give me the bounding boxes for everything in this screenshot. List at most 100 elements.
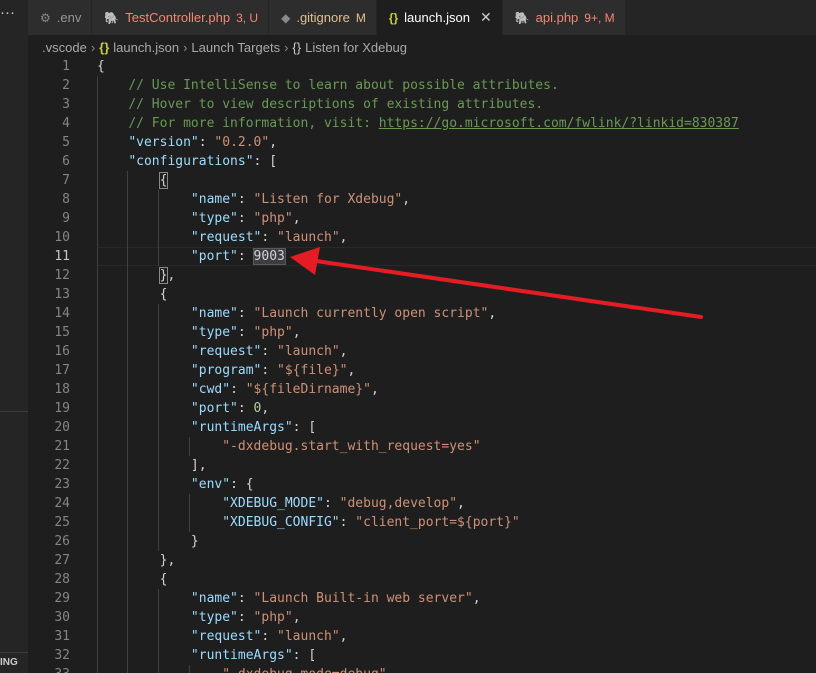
code-line[interactable]: 13 { [28,285,816,304]
code-line[interactable]: 31 "request": "launch", [28,627,816,646]
breadcrumb-item[interactable]: Listen for Xdebug [305,40,407,55]
code-line[interactable]: 6 "configurations": [ [28,152,816,171]
tab-testcontroller[interactable]: 🐘 TestController.php 3, U [92,0,270,35]
close-icon[interactable]: ✕ [480,9,492,26]
code-line[interactable]: 21 "-dxdebug.start_with_request=yes" [28,437,816,456]
code-line[interactable]: 30 "type": "php", [28,608,816,627]
code-text: "port": 9003 [97,247,286,266]
tab-launch-json[interactable]: {} launch.json ✕ [376,0,503,35]
code-line[interactable]: 4 // For more information, visit: https:… [28,114,816,133]
code-line[interactable]: 22 ], [28,456,816,475]
code-token: "Launch currently open script" [253,306,489,321]
chevron-right-icon: › [90,39,96,55]
code-line[interactable]: 5 "version": "0.2.0", [28,133,816,152]
line-number: 22 [54,458,70,473]
code-token: { [158,172,169,189]
code-line[interactable]: 25 "XDEBUG_CONFIG": "client_port=${port}… [28,513,816,532]
code-line[interactable]: 26 } [28,532,816,551]
code-token: "launch" [277,629,340,644]
code-token: : [323,496,340,511]
code-text: "-dxdebug.start_with_request=yes" [97,437,480,456]
code-line[interactable]: 12 }, [28,266,816,285]
code-text: "request": "launch", [97,342,348,361]
breadcrumb-file[interactable]: launch.json [113,40,179,55]
code-line[interactable]: 27 }, [28,551,816,570]
code-token: "request" [190,230,262,245]
code-line[interactable]: 14 "name": "Launch currently open script… [28,304,816,323]
code-token: "type" [190,325,238,340]
code-text: }, [97,551,176,570]
code-token: : [237,401,254,416]
code-token: "${file}" [277,363,348,378]
code-token: "port" [190,249,238,264]
code-line[interactable]: 24 "XDEBUG_MODE": "debug,develop", [28,494,816,513]
line-number: 10 [54,230,70,245]
code-line[interactable]: 17 "program": "${file}", [28,361,816,380]
code-token: "request" [190,344,262,359]
code-token: : [237,192,254,207]
code-token: "php" [253,211,293,226]
code-token: // Hover to view descriptions of existin… [128,97,544,112]
code-line[interactable]: 11 "port": 9003 [28,247,816,266]
line-number: 4 [62,116,70,131]
code-line[interactable]: 8 "name": "Listen for Xdebug", [28,190,816,209]
code-line[interactable]: 19 "port": 0, [28,399,816,418]
breadcrumb-folder[interactable]: .vscode [42,40,87,55]
code-text: // For more information, visit: https://… [97,114,738,133]
code-line[interactable]: 3 // Hover to view descriptions of exist… [28,95,816,114]
code-text: "version": "0.2.0", [97,133,277,152]
code-line[interactable]: 32 "runtimeArgs": [ [28,646,816,665]
line-number: 7 [62,173,70,188]
code-editor[interactable]: 1{2 // Use IntelliSense to learn about p… [28,57,816,673]
code-token: : [ [292,420,317,435]
code-line[interactable]: 23 "env": { [28,475,816,494]
git-icon: ◆ [281,10,291,25]
code-line[interactable]: 7 { [28,171,816,190]
code-token: , [167,268,176,283]
code-token: , [269,135,278,150]
code-line[interactable]: 15 "type": "php", [28,323,816,342]
line-number: 21 [54,439,70,454]
code-text: "runtimeArgs": [ [97,646,316,665]
code-line[interactable]: 2 // Use IntelliSense to learn about pos… [28,76,816,95]
code-token: 9003 [252,248,286,265]
code-line[interactable]: 33 "-dxdebug.mode=debug", [28,665,816,673]
tab-api-php[interactable]: 🐘 api.php 9+, M [502,0,626,35]
tab-env[interactable]: ⚙ .env [28,0,93,35]
code-token: "name" [190,192,238,207]
code-line[interactable]: 16 "request": "launch", [28,342,816,361]
code-line[interactable]: 28 { [28,570,816,589]
code-token: : [237,249,254,264]
more-actions-icon[interactable]: ··· [0,4,15,21]
code-line[interactable]: 18 "cwd": "${fileDirname}", [28,380,816,399]
tab-label: launch.json [404,10,470,25]
tab-label: .env [56,10,82,25]
breadcrumb-section[interactable]: Launch Targets [191,40,280,55]
code-line[interactable]: 29 "name": "Launch Built-in web server", [28,589,816,608]
code-token: "php" [253,610,293,625]
code-text: // Hover to view descriptions of existin… [97,95,543,114]
code-line[interactable]: 1{ [28,57,816,76]
code-line[interactable]: 20 "runtimeArgs": [ [28,418,816,437]
tab-gitignore[interactable]: ◆ .gitignore M [269,0,377,35]
code-text: "name": "Launch Built-in web server", [97,589,481,608]
code-token: // For more information, visit: [128,116,379,131]
line-number: 2 [62,78,70,93]
code-token: "port" [190,401,238,416]
code-line[interactable]: 9 "type": "php", [28,209,816,228]
code-text: "configurations": [ [97,152,277,171]
code-text: { [97,57,105,76]
sidebar-section-header[interactable]: ING [0,657,18,668]
code-line[interactable]: 10 "request": "launch", [28,228,816,247]
